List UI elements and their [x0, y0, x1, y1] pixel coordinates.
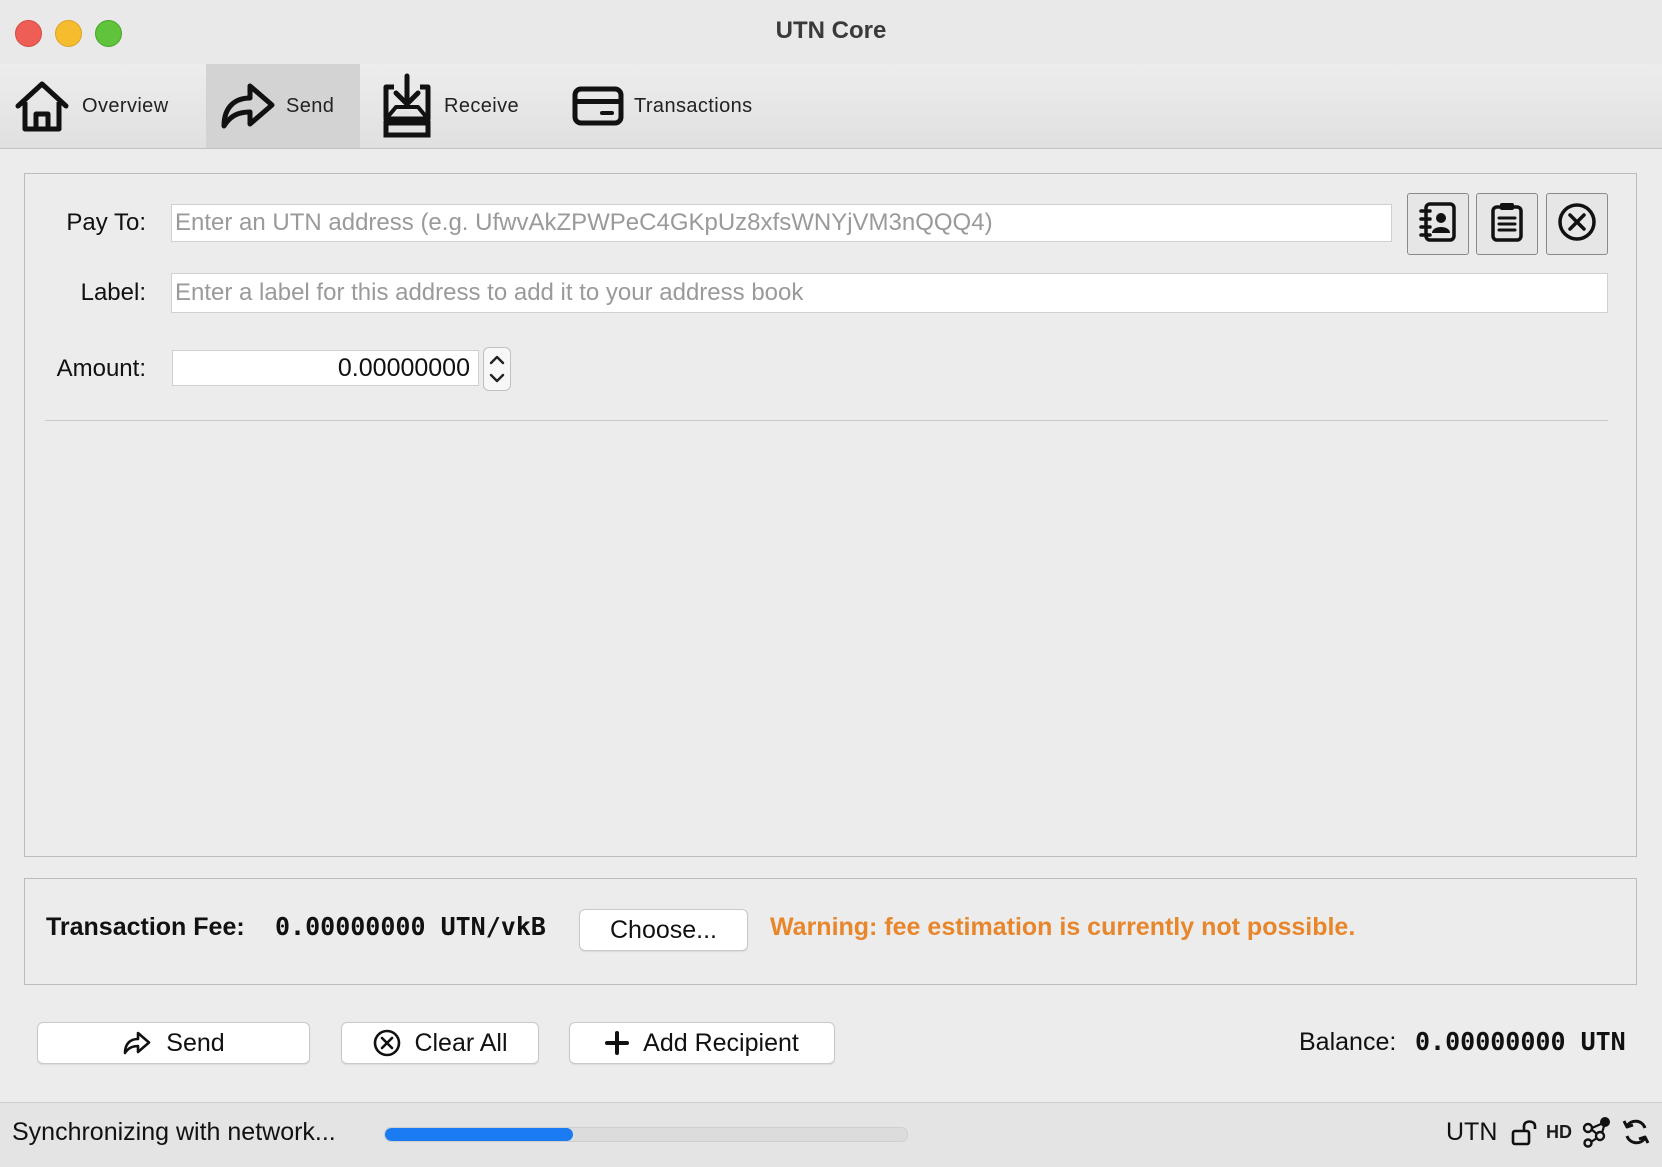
hd-icon: HD: [1546, 1122, 1572, 1142]
main-window: UTN Core Overview Send Receive Transacti…: [0, 0, 1662, 1167]
sync-progress-bar: [384, 1127, 908, 1142]
tab-transactions-label: Transactions: [634, 94, 753, 117]
fee-warning-text: Warning: fee estimation is currently not…: [770, 913, 1356, 941]
tab-send[interactable]: Send: [206, 64, 360, 148]
add-recipient-button[interactable]: Add Recipient: [569, 1022, 835, 1064]
title-bar: UTN Core: [0, 0, 1662, 64]
paste-icon: [1489, 201, 1525, 248]
address-book-button[interactable]: [1407, 193, 1469, 255]
amount-stepper[interactable]: [483, 347, 511, 391]
paste-button[interactable]: [1476, 193, 1538, 255]
send-button[interactable]: Send: [37, 1022, 310, 1064]
tab-send-label: Send: [286, 94, 335, 117]
card-icon: [572, 85, 624, 127]
tab-overview-label: Overview: [82, 94, 169, 117]
tab-receive[interactable]: Receive: [380, 64, 540, 148]
amount-input[interactable]: 0.00000000: [172, 350, 479, 386]
stepper-arrows-icon: [489, 355, 505, 383]
tab-overview[interactable]: Overview: [12, 64, 192, 148]
clear-circle-x-icon: [372, 1028, 402, 1058]
plus-icon: [605, 1031, 630, 1055]
transaction-fee-value: 0.00000000 UTN/vkB: [275, 912, 546, 941]
tab-transactions[interactable]: Transactions: [572, 64, 772, 148]
window-title: UTN Core: [775, 17, 887, 44]
lock-open-icon: [1511, 1118, 1537, 1151]
sync-progress-fill: [385, 1128, 573, 1141]
send-arrow-icon: [122, 1029, 152, 1057]
label-input[interactable]: Enter a label for this address to add it…: [171, 273, 1608, 313]
transaction-fee-label: Transaction Fee:: [46, 913, 245, 941]
clear-recipient-button[interactable]: [1546, 193, 1608, 255]
clear-circle-x-icon: [1556, 201, 1598, 248]
send-button-label: Send: [166, 1028, 225, 1057]
main-toolbar: Overview Send Receive Transactions: [0, 64, 1662, 149]
tab-receive-label: Receive: [444, 94, 520, 117]
sync-status-text: Synchronizing with network...: [12, 1118, 336, 1146]
pay-to-input[interactable]: Enter an UTN address (e.g. UfwvAkZPWPeC4…: [171, 204, 1392, 242]
recipient-separator: [45, 420, 1608, 421]
address-book-icon: [1418, 201, 1458, 248]
network-icon: [1580, 1116, 1614, 1153]
send-arrow-icon: [218, 78, 276, 134]
choose-fee-button[interactable]: Choose...: [579, 909, 748, 951]
pay-to-label: Pay To:: [66, 209, 146, 236]
display-unit-selector[interactable]: UTN: [1446, 1118, 1497, 1147]
balance-value: 0.00000000 UTN: [1415, 1027, 1626, 1056]
home-icon: [12, 76, 72, 136]
balance-label: Balance:: [1299, 1028, 1397, 1056]
label-field-label: Label:: [80, 279, 146, 306]
clear-all-label: Clear All: [414, 1028, 508, 1057]
add-recipient-label: Add Recipient: [643, 1028, 799, 1057]
receive-tray-icon: [380, 73, 434, 139]
amount-label: Amount:: [56, 355, 146, 382]
sync-icon: [1621, 1117, 1651, 1152]
clear-all-button[interactable]: Clear All: [341, 1022, 539, 1064]
